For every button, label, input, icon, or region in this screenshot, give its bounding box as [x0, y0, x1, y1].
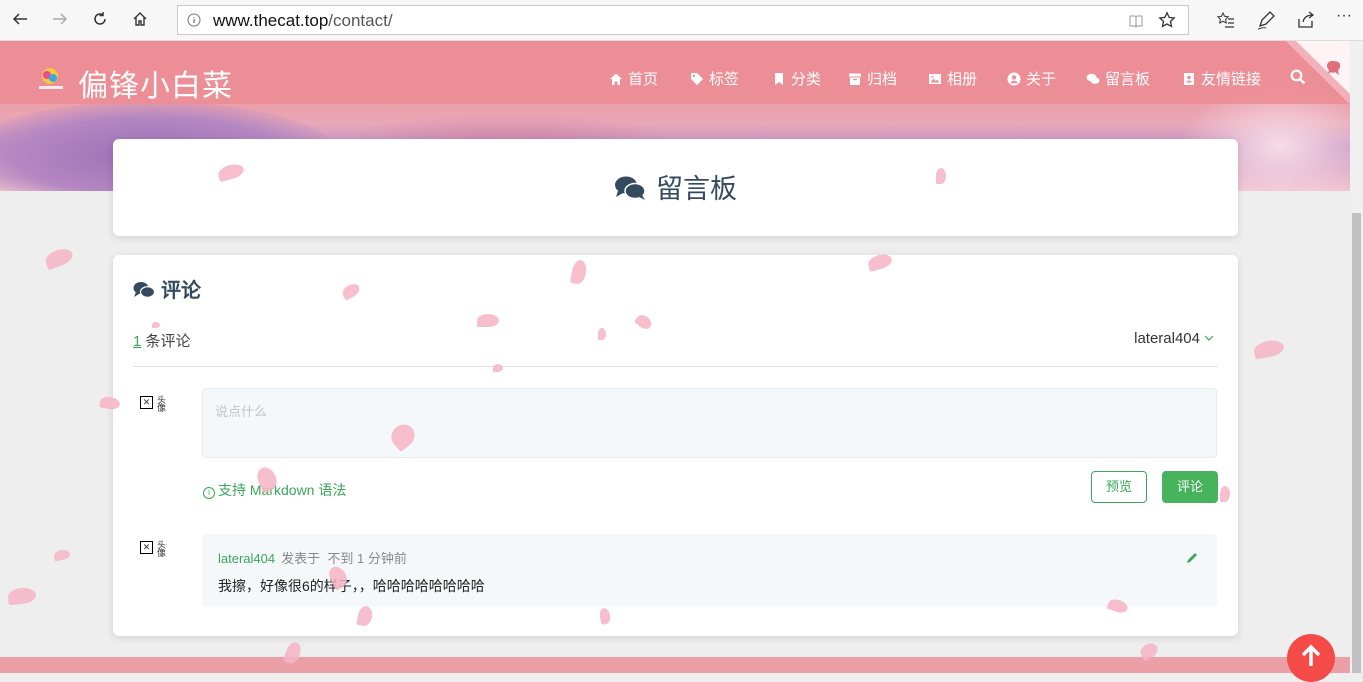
comment-item: lateral404 发表于 不到 1 分钟前 我擦，好像很6的样子，，哈哈哈哈哈…: [202, 534, 1217, 607]
broken-image-icon: ✕: [140, 541, 153, 554]
more-menu-icon[interactable]: ···: [1336, 8, 1356, 30]
back-icon[interactable]: [10, 10, 30, 30]
avatar: ✕ 头像: [140, 541, 180, 563]
arrow-up-icon: [1301, 644, 1321, 666]
site-info-icon[interactable]: [187, 13, 201, 27]
page-title: 留言板: [113, 167, 1238, 206]
chevron-down-icon: [1204, 335, 1214, 341]
submit-comment-button[interactable]: 评论: [1162, 471, 1218, 503]
petal-decoration: [936, 168, 946, 184]
refresh-icon[interactable]: [90, 10, 110, 30]
favorites-list-icon[interactable]: [1216, 10, 1236, 30]
image-icon: [929, 74, 941, 84]
comments-icon: [1086, 73, 1100, 84]
petal-decoration: [53, 548, 71, 562]
nav-item-about[interactable]: 关于: [1007, 68, 1056, 89]
home-icon[interactable]: [130, 10, 150, 30]
archive-icon: [849, 73, 861, 85]
comments-icon: [615, 176, 646, 200]
avatar: ✕ 头像: [140, 396, 180, 418]
pen-notes-icon[interactable]: [1256, 10, 1276, 30]
petal-decoration: [598, 328, 606, 340]
url-text: www.thecat.top/contact/: [213, 11, 393, 30]
address-card-icon: [1184, 73, 1194, 85]
comment-text: 我擦，好像很6的样子，，哈哈哈哈哈哈哈哈: [218, 578, 485, 594]
nav-item-categories[interactable]: 分类: [772, 68, 821, 89]
nav-item-friends[interactable]: 友情链接: [1182, 68, 1261, 89]
comment-author[interactable]: lateral404: [218, 551, 275, 566]
nav-item-home[interactable]: 首页: [609, 68, 658, 89]
comment-time: 不到 1 分钟前: [327, 551, 407, 566]
nav-item-guestbook[interactable]: 留言板: [1086, 68, 1150, 89]
comments-icon: [133, 282, 156, 298]
comment-count: 1 条评论: [133, 333, 191, 350]
broken-image-icon: ✕: [140, 396, 153, 409]
comment-count-number: 1: [133, 333, 142, 350]
comments-card: 评论 1 条评论 lateral404 ✕ 头像 说点什么 i 支持 Markdow…: [113, 255, 1238, 636]
nav-item-album[interactable]: 相册: [928, 68, 977, 89]
page-scrollbar[interactable]: [1350, 41, 1363, 673]
petal-decoration: [1252, 338, 1286, 360]
nav-item-archive[interactable]: 归档: [848, 68, 897, 89]
nav-item-tags[interactable]: 标签: [690, 68, 739, 89]
divider: [133, 366, 1218, 367]
comment-input-placeholder: 说点什么: [215, 404, 268, 419]
site-navbar: 偏锋小白菜 首页 标签 分类 归档 相册 关于 留言板 友情链接: [0, 41, 1350, 104]
address-bar[interactable]: www.thecat.top/contact/: [177, 5, 1189, 35]
site-title[interactable]: 偏锋小白菜: [78, 61, 233, 105]
forward-icon[interactable]: [50, 10, 70, 30]
back-to-top-button[interactable]: [1287, 634, 1335, 682]
browser-toolbar: www.thecat.top/contact/ ···: [0, 0, 1363, 41]
share-icon[interactable]: [1296, 10, 1316, 30]
edit-pencil-icon[interactable]: [1185, 551, 1199, 565]
user-dropdown[interactable]: lateral404: [1134, 330, 1214, 347]
site-logo-icon[interactable]: [36, 63, 66, 93]
scrollbar-thumb[interactable]: [1352, 213, 1361, 673]
petal-decoration: [1220, 486, 1230, 502]
comment-meta: lateral404 发表于 不到 1 分钟前: [218, 551, 407, 566]
info-icon: i: [203, 487, 215, 499]
page-title-card: 留言板: [113, 139, 1238, 236]
petal-decoration: [152, 322, 160, 328]
petal-decoration: [7, 586, 37, 606]
favorite-star-icon[interactable]: [1158, 11, 1176, 29]
user-circle-icon: [1007, 72, 1021, 86]
tags-icon: [691, 73, 703, 85]
bookmark-icon: [775, 73, 783, 85]
petal-decoration: [477, 314, 499, 327]
comment-input[interactable]: 说点什么: [202, 388, 1217, 458]
comments-section-title: 评论: [133, 274, 201, 303]
petal-decoration: [43, 245, 75, 271]
github-corner-icon[interactable]: [1286, 41, 1350, 104]
reading-view-icon[interactable]: [1128, 13, 1144, 29]
home-icon: [610, 73, 622, 85]
preview-button[interactable]: 预览: [1091, 471, 1147, 503]
petal-decoration: [493, 364, 503, 372]
